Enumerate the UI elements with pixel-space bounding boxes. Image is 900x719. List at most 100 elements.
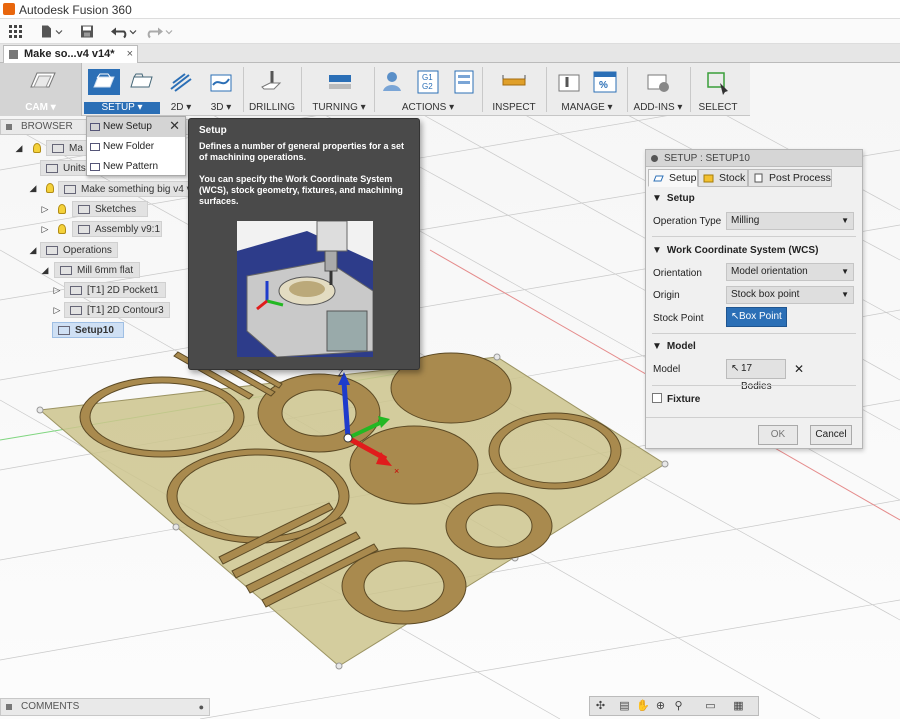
toolbar-divider [374,67,375,112]
ok-button[interactable]: OK [758,425,798,445]
section-setup[interactable]: ▼ Setup [652,193,695,204]
visibility-bulb-icon[interactable] [33,143,41,153]
clear-selection-icon[interactable]: ✕ [794,362,804,376]
tree-setup10-label: Setup10 [75,325,114,336]
tab-stock[interactable]: Stock [698,169,748,187]
grid-settings-icon[interactable]: ▦ [732,700,745,713]
origin-select[interactable]: Stock box point ▼ [726,286,854,304]
data-panel-grid-icon[interactable] [9,24,22,39]
tab-setup[interactable]: Setup [648,169,698,187]
display-settings-icon[interactable]: ▭ [704,700,717,713]
fixture-checkbox[interactable] [652,393,662,403]
expand-arrow-icon[interactable]: ◢ [40,264,50,276]
section-fixture-label: Fixture [667,394,701,405]
dialog-collapse-icon[interactable] [651,155,658,162]
operation-type-select[interactable]: Milling ▼ [726,212,854,230]
tree-operations[interactable]: Operations [40,242,118,258]
new-setup-icon [90,123,100,131]
drilling-label: DRILLING [248,102,296,113]
new-folder-icon[interactable] [128,69,156,95]
comments-toggle-icon[interactable]: ● [199,699,204,715]
tree-setup10[interactable]: Setup10 [52,322,124,338]
add-ins-group[interactable]: ADD-INS ▾ [630,63,686,116]
look-at-icon[interactable]: ▤ [618,700,631,713]
tree-pocket[interactable]: [T1] 2D Pocket1 [64,282,166,298]
tree-mill[interactable]: Mill 6mm flat [54,262,140,278]
tab-post-process[interactable]: Post Process [748,169,832,187]
pattern-icon [90,163,100,171]
model-selection-button[interactable]: ↖ 17 Bodies [726,359,786,392]
comments-panel[interactable]: COMMENTS ● [0,698,210,716]
svg-text:×: × [394,466,399,476]
setup-group[interactable]: SETUP ▾ [84,63,160,116]
collapse-browser-icon[interactable] [6,124,12,130]
tool-library-icon[interactable] [555,69,583,95]
redo-icon[interactable] [146,24,174,39]
tree-sketches[interactable]: Sketches [72,201,148,217]
stock-point-button[interactable]: ↖ Box Point [726,307,787,327]
2d-group[interactable]: 2D ▾ [164,63,198,116]
tree-component[interactable]: Make something big v4 v1 [58,181,190,197]
cursor-icon: ↖ [731,363,740,374]
g2-icon-text: G2 [422,82,433,91]
undo-icon[interactable] [110,24,138,39]
expand-comments-icon[interactable] [6,704,12,710]
expand-arrow-icon[interactable]: ◢ [28,244,38,256]
save-icon[interactable] [80,24,94,39]
close-tab-icon[interactable]: × [127,46,133,62]
section-wcs[interactable]: ▼ Work Coordinate System (WCS) [652,245,818,256]
actions-group[interactable]: G1 G2 ACTIONS ▾ [376,63,480,116]
visibility-bulb-icon[interactable] [58,224,66,234]
select-label: SELECT [698,102,738,113]
tree-units[interactable]: Units [40,160,90,176]
tree-root-label: Ma [69,143,83,154]
tab-stock-label: Stock [719,172,746,184]
setup-icon[interactable] [88,69,120,95]
expand-arrow-icon[interactable]: ◢ [14,142,24,154]
expand-arrow-icon[interactable]: ◢ [28,182,38,194]
origin-label: Origin [653,290,680,301]
document-tab-label: Make so...v4 v14* [24,48,115,60]
setup-sheet-icon[interactable] [450,69,478,95]
dialog-header[interactable]: SETUP : SETUP10 [646,150,862,167]
document-tab[interactable]: Make so...v4 v14* × [3,45,138,63]
visibility-bulb-icon[interactable] [46,183,54,193]
g1-icon-text: G1 [422,73,433,82]
visibility-bulb-icon[interactable] [58,204,66,214]
cam-workspace-button[interactable]: CAM ▾ [0,63,82,116]
fit-icon[interactable]: ⚲ [672,700,685,713]
select-group[interactable]: SELECT [692,63,744,116]
section-fixture[interactable]: Fixture [652,393,700,405]
percent-icon-text: % [599,80,608,91]
zoom-icon[interactable]: ⊕ [654,700,667,713]
inspect-group[interactable]: INSPECT [487,63,541,116]
close-icon[interactable]: ✕ [169,118,180,134]
3d-group[interactable]: 3D ▾ [204,63,238,116]
turning-group[interactable]: TURNING ▾ [306,63,372,116]
menu-item-new-folder[interactable]: New Folder [87,137,185,157]
toolbar-divider [301,67,302,112]
expand-arrow-icon[interactable]: ▷ [52,284,62,296]
orientation-select[interactable]: Model orientation ▼ [726,263,854,281]
setup-dialog: SETUP : SETUP10 Setup Stock Post Process… [645,149,863,449]
drilling-group[interactable]: DRILLING [248,63,296,116]
file-menu-icon[interactable] [40,24,64,39]
post-process-icon[interactable]: G1G2 [414,69,442,95]
expand-arrow-icon[interactable]: ▷ [40,223,50,235]
manage-group[interactable]: % MANAGE ▾ [551,63,623,116]
cancel-button[interactable]: Cancel [810,425,852,445]
expand-arrow-icon[interactable]: ▷ [40,203,50,215]
simulate-icon[interactable] [378,69,406,95]
tree-assembly[interactable]: Assembly v9:1 [72,221,162,237]
post-library-icon[interactable]: % [591,69,619,95]
inspect-label: INSPECT [492,102,536,113]
tooltip-description: Defines a number of general properties f… [199,141,405,162]
tree-contour[interactable]: [T1] 2D Contour3 [64,302,170,318]
tree-root[interactable]: Ma [46,140,90,156]
menu-item-new-pattern[interactable]: New Pattern [87,157,185,177]
drilling-icon [261,71,282,90]
expand-arrow-icon[interactable]: ▷ [52,304,62,316]
pan-icon[interactable]: ✋ [636,700,650,713]
orbit-icon[interactable]: ✣ [594,700,607,713]
section-model[interactable]: ▼ Model [652,341,696,352]
